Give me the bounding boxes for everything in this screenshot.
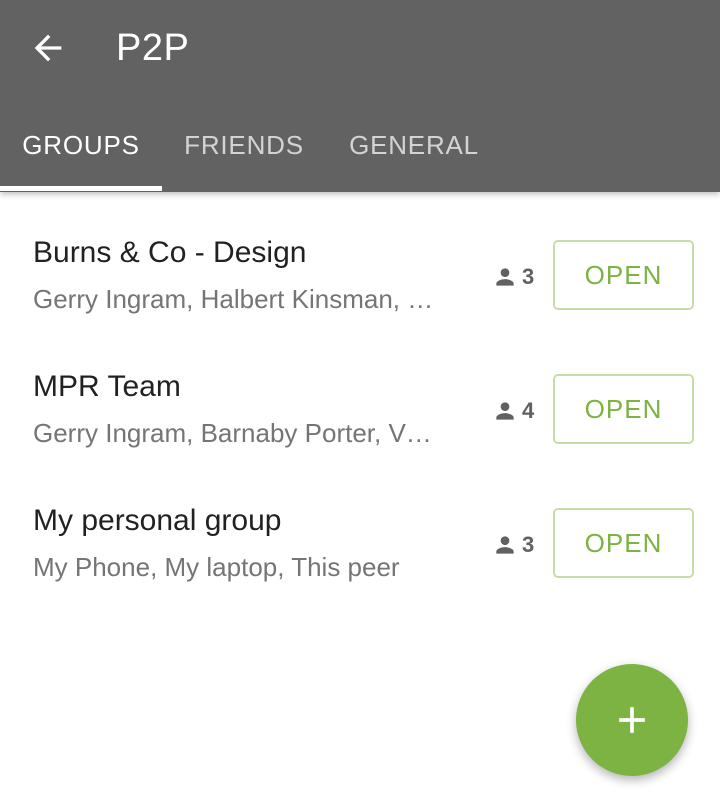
page-title: P2P [116,27,190,69]
back-button[interactable] [22,22,74,74]
member-count: 4 [492,396,534,426]
arrow-back-icon [34,34,62,62]
member-count-value: 3 [522,532,535,557]
tab-groups[interactable]: GROUPS [0,100,162,192]
group-members: Gerry Ingram, Barnaby Porter, V… [33,418,432,448]
person-icon [496,536,514,554]
tab-friends[interactable]: FRIENDS [162,100,326,192]
open-button[interactable]: OPEN [553,508,694,578]
group-name: My personal group [33,504,282,537]
group-row-burns[interactable]: Burns & Co - Design Gerry Ingram, Halber… [0,192,720,326]
open-button[interactable]: OPEN [553,240,694,310]
person-icon [496,268,514,286]
tab-bar: GROUPS FRIENDS GENERAL [0,100,720,192]
member-count-value: 4 [522,398,535,423]
group-members: My Phone, My laptop, This peer [33,552,400,582]
group-row-personal[interactable]: My personal group My Phone, My laptop, T… [0,460,720,594]
group-name: MPR Team [33,370,181,403]
tab-general[interactable]: GENERAL [326,100,502,192]
member-count: 3 [492,530,534,560]
person-icon [496,402,514,420]
tab-indicator [0,186,162,191]
open-button[interactable]: OPEN [553,374,694,444]
plus-icon [619,707,645,733]
add-group-button[interactable] [576,664,688,776]
member-count: 3 [492,262,534,292]
member-count-value: 3 [522,264,535,289]
app-bar: P2P GROUPS FRIENDS GENERAL [0,0,720,192]
group-members: Gerry Ingram, Halbert Kinsman, … [33,284,434,314]
group-row-mpr[interactable]: MPR Team Gerry Ingram, Barnaby Porter, V… [0,326,720,460]
group-name: Burns & Co - Design [33,236,307,269]
